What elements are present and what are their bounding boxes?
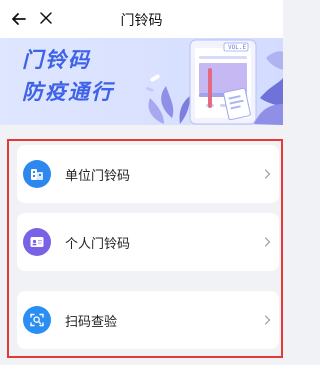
id-card-icon	[23, 228, 51, 256]
banner-subheadline: 防疫通行	[22, 80, 114, 104]
promo-banner: 门铃码 防疫通行 VOL.E	[0, 38, 283, 125]
menu-item-label: 个人门铃码	[65, 237, 131, 252]
banner-illustration: VOL.E	[145, 39, 283, 125]
top-navigation-bar: 门铃码	[0, 0, 283, 38]
chevron-right-icon	[264, 237, 271, 247]
building-icon	[23, 160, 51, 188]
chevron-right-icon	[264, 315, 271, 325]
banner-tag: VOL.E	[228, 44, 246, 51]
menu-item-personal-doorbell-code[interactable]: 个人门铃码	[17, 213, 279, 271]
menu-item-label: 扫码查验	[65, 315, 118, 330]
feature-menu-highlight: 单位门铃码 个人门铃码 扫码查验	[7, 139, 283, 358]
menu-item-label: 单位门铃码	[65, 169, 131, 184]
banner-headline: 门铃码	[22, 48, 91, 72]
page-title: 门铃码	[120, 13, 163, 29]
menu-item-unit-doorbell-code[interactable]: 单位门铃码	[17, 145, 279, 203]
scan-icon	[23, 306, 51, 334]
menu-item-scan-verify[interactable]: 扫码查验	[17, 291, 279, 349]
chevron-right-icon	[264, 169, 271, 179]
